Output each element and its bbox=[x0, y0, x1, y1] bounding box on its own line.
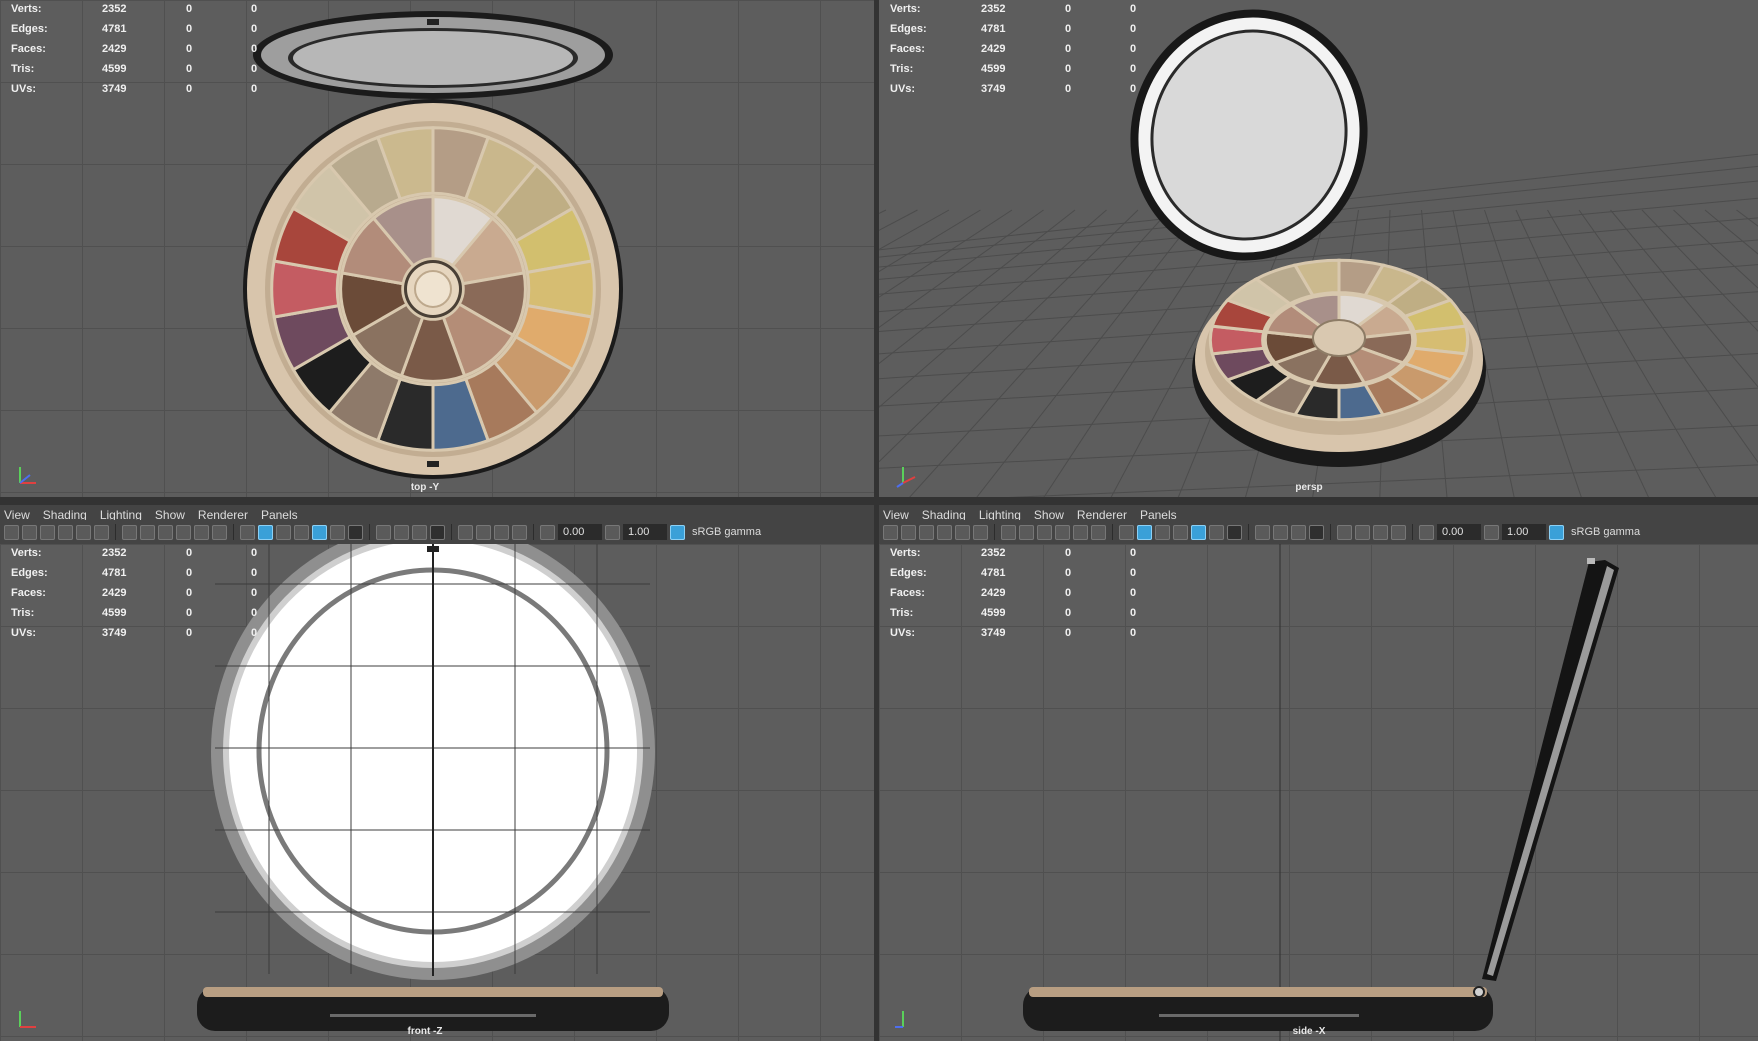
resolution-gate-icon[interactable] bbox=[1037, 524, 1052, 540]
wireframe-icon[interactable] bbox=[1119, 524, 1134, 540]
viewport-front[interactable]: Verts: 2352 0 0 Edges: 4781 0 0 Faces: 2429 0 0 T… bbox=[0, 544, 874, 1041]
camera-label-persp: persp bbox=[1295, 482, 1323, 493]
toolbar-separator bbox=[369, 524, 370, 540]
screen-space-ao-icon[interactable] bbox=[1255, 524, 1270, 540]
toolbar-separator bbox=[451, 524, 452, 540]
camera-select-icon[interactable] bbox=[4, 524, 19, 540]
exposure-icon[interactable] bbox=[1419, 524, 1434, 540]
toolbar-separator bbox=[1330, 524, 1331, 540]
field-chart-icon[interactable] bbox=[1073, 524, 1088, 540]
exposure-field[interactable]: 0.00 bbox=[558, 524, 602, 540]
palette-side-model[interactable] bbox=[879, 544, 1758, 1041]
gate-mask-icon[interactable] bbox=[176, 524, 191, 540]
color-management-icon[interactable] bbox=[1549, 524, 1564, 540]
default-material-icon[interactable] bbox=[1155, 524, 1170, 540]
xray-joints-icon[interactable] bbox=[1391, 524, 1406, 540]
axis-indicator-icon bbox=[896, 467, 916, 488]
toolbar-separator bbox=[115, 524, 116, 540]
xray-active-icon[interactable] bbox=[494, 524, 509, 540]
viewport-persp[interactable]: Verts: 2352 0 0 Edges: 4781 0 0 Faces: 2429 0 0 T… bbox=[879, 0, 1758, 497]
xray-active-icon[interactable] bbox=[1373, 524, 1388, 540]
grid-icon[interactable] bbox=[1001, 524, 1016, 540]
toolbar-separator bbox=[1412, 524, 1413, 540]
panel-toolbar-front: 0.00 1.00 sRGB gamma bbox=[0, 520, 878, 544]
camera-attributes-icon[interactable] bbox=[22, 524, 37, 540]
textured-icon[interactable] bbox=[312, 524, 327, 540]
viewport-divider-horizontal[interactable] bbox=[0, 497, 1758, 505]
xray-icon[interactable] bbox=[1355, 524, 1370, 540]
toolbar-separator bbox=[1248, 524, 1249, 540]
toolbar-separator bbox=[1112, 524, 1113, 540]
viewport-top[interactable]: Verts: 2352 0 0 Edges: 4781 0 0 Faces: 2429 0 0 T… bbox=[0, 0, 874, 497]
palette-front-model[interactable] bbox=[0, 544, 874, 1041]
bookmark-icon[interactable] bbox=[40, 524, 55, 540]
axis-indicator-icon bbox=[19, 467, 36, 484]
palette-top-model[interactable] bbox=[0, 0, 874, 497]
color-space-label[interactable]: sRGB gamma bbox=[1567, 526, 1640, 538]
viewport-side[interactable]: Verts: 2352 0 0 Edges: 4781 0 0 Faces: 2429 0 0 T… bbox=[879, 544, 1758, 1041]
axis-indicator-icon bbox=[19, 1011, 36, 1028]
xray-icon[interactable] bbox=[476, 524, 491, 540]
gamma-field[interactable]: 1.00 bbox=[1502, 524, 1546, 540]
xray-joints-icon[interactable] bbox=[512, 524, 527, 540]
wireframe-on-shaded-icon[interactable] bbox=[1173, 524, 1188, 540]
screen-space-ao-icon[interactable] bbox=[376, 524, 391, 540]
bookmark-icon[interactable] bbox=[919, 524, 934, 540]
motion-blur-icon[interactable] bbox=[394, 524, 409, 540]
isolate-select-icon[interactable] bbox=[458, 524, 473, 540]
gamma-field[interactable]: 1.00 bbox=[623, 524, 667, 540]
color-space-label[interactable]: sRGB gamma bbox=[688, 526, 761, 538]
gate-mask-icon[interactable] bbox=[1055, 524, 1070, 540]
textured-icon[interactable] bbox=[1191, 524, 1206, 540]
camera-label-side: side -X bbox=[1292, 1026, 1326, 1037]
motion-blur-icon[interactable] bbox=[1273, 524, 1288, 540]
grease-pencil-icon[interactable] bbox=[973, 524, 988, 540]
shadows-icon[interactable] bbox=[348, 524, 363, 540]
resolution-gate-icon[interactable] bbox=[158, 524, 173, 540]
palette-persp-model[interactable] bbox=[879, 0, 1758, 497]
film-gate-icon[interactable] bbox=[140, 524, 155, 540]
isolate-select-icon[interactable] bbox=[1337, 524, 1352, 540]
default-material-icon[interactable] bbox=[276, 524, 291, 540]
multisample-aa-icon[interactable] bbox=[412, 524, 427, 540]
field-chart-icon[interactable] bbox=[194, 524, 209, 540]
depth-of-field-icon[interactable] bbox=[430, 524, 445, 540]
gamma-icon[interactable] bbox=[1484, 524, 1499, 540]
toolbar-separator bbox=[994, 524, 995, 540]
panel-toolbar-side: 0.00 1.00 sRGB gamma bbox=[879, 520, 1758, 544]
shadows-icon[interactable] bbox=[1227, 524, 1242, 540]
camera-label-top: top -Y bbox=[410, 482, 440, 493]
viewport-divider-vertical[interactable] bbox=[874, 0, 879, 1041]
axis-indicator-icon bbox=[895, 1011, 904, 1028]
camera-select-icon[interactable] bbox=[883, 524, 898, 540]
wireframe-icon[interactable] bbox=[240, 524, 255, 540]
wireframe-on-shaded-icon[interactable] bbox=[294, 524, 309, 540]
toolbar-separator bbox=[533, 524, 534, 540]
use-all-lights-icon[interactable] bbox=[1209, 524, 1224, 540]
2d-pan-zoom-icon[interactable] bbox=[955, 524, 970, 540]
grease-pencil-icon[interactable] bbox=[94, 524, 109, 540]
toolbar-separator bbox=[233, 524, 234, 540]
depth-of-field-icon[interactable] bbox=[1309, 524, 1324, 540]
safe-action-icon[interactable] bbox=[1091, 524, 1106, 540]
grid-icon[interactable] bbox=[122, 524, 137, 540]
multisample-aa-icon[interactable] bbox=[1291, 524, 1306, 540]
camera-attributes-icon[interactable] bbox=[901, 524, 916, 540]
smooth-shade-icon[interactable] bbox=[1137, 524, 1152, 540]
2d-pan-zoom-icon[interactable] bbox=[76, 524, 91, 540]
image-plane-icon[interactable] bbox=[58, 524, 73, 540]
image-plane-icon[interactable] bbox=[937, 524, 952, 540]
use-all-lights-icon[interactable] bbox=[330, 524, 345, 540]
color-management-icon[interactable] bbox=[670, 524, 685, 540]
exposure-field[interactable]: 0.00 bbox=[1437, 524, 1481, 540]
gamma-icon[interactable] bbox=[605, 524, 620, 540]
safe-action-icon[interactable] bbox=[212, 524, 227, 540]
film-gate-icon[interactable] bbox=[1019, 524, 1034, 540]
exposure-icon[interactable] bbox=[540, 524, 555, 540]
smooth-shade-icon[interactable] bbox=[258, 524, 273, 540]
camera-label-front: front -Z bbox=[407, 1026, 443, 1037]
